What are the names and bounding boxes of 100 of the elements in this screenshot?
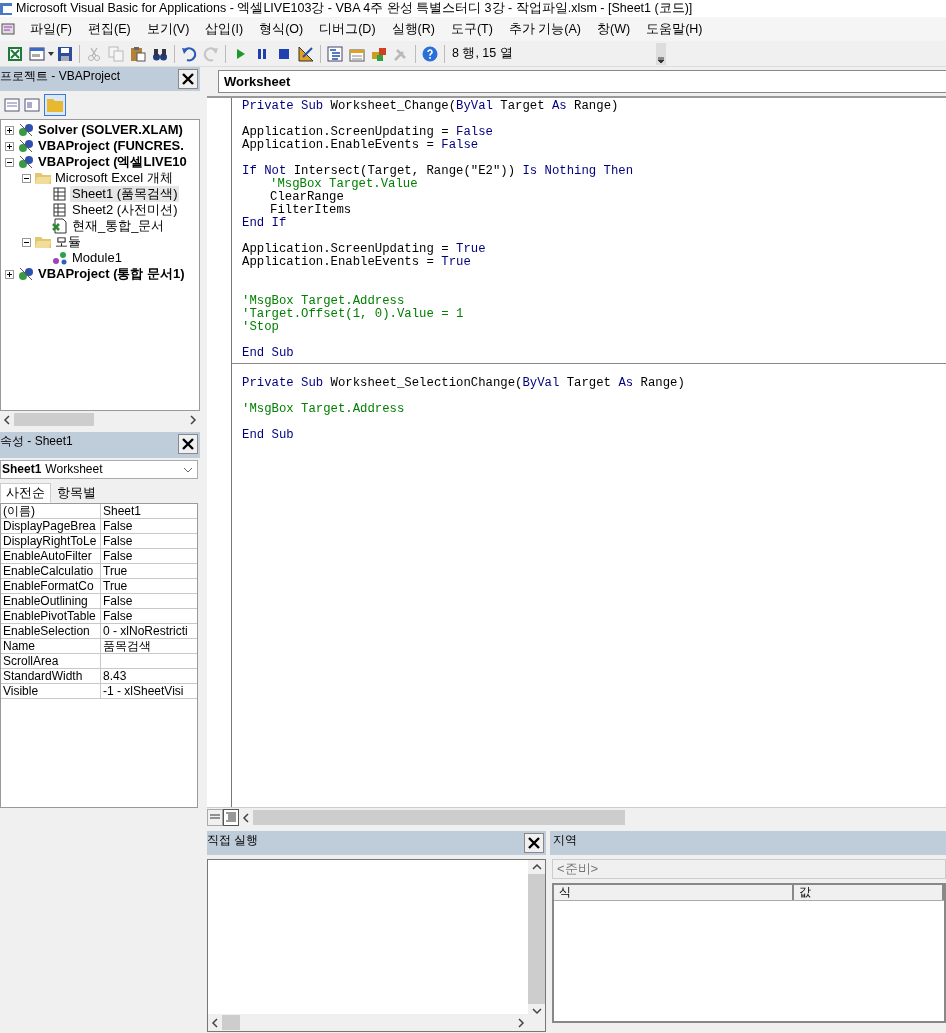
property-value[interactable]: -1 - xlSheetVisi <box>101 683 197 698</box>
tree-item[interactable]: 모듈 <box>53 234 83 250</box>
property-name[interactable]: Name <box>1 638 101 653</box>
tab[interactable]: 사전순 <box>0 483 51 503</box>
property-name[interactable]: EnableCalculatio <box>1 563 101 578</box>
toolbar-options-icon[interactable] <box>656 42 666 65</box>
menu-item[interactable]: 창(W) <box>589 21 639 37</box>
property-value[interactable]: False <box>101 533 197 548</box>
property-value[interactable]: False <box>101 593 197 608</box>
scroll-right-icon[interactable] <box>189 414 197 425</box>
workbook-icon <box>52 218 68 234</box>
property-value[interactable]: 8.43 <box>101 668 197 683</box>
object-browser-icon[interactable] <box>371 45 387 62</box>
module-icon <box>52 250 68 266</box>
code-line: ClearRange <box>269 191 345 204</box>
menu-icon[interactable] <box>0 21 16 37</box>
menu-item[interactable]: 형식(O) <box>251 21 312 37</box>
tree-item[interactable]: Solver (SOLVER.XLAM) <box>36 122 185 138</box>
project-icon[interactable] <box>327 45 343 62</box>
expand-toggle[interactable] <box>5 125 14 135</box>
pane-title: 프로젝트 - VBAProject <box>0 69 121 84</box>
close-button[interactable] <box>524 833 544 853</box>
property-name[interactable]: DisplayRightToLe <box>1 533 101 548</box>
folder-icon <box>35 170 51 186</box>
tab[interactable]: 항목별 <box>51 483 102 503</box>
column-header[interactable]: 값 <box>794 885 944 900</box>
code-line: Application.ScreenUpdating = True <box>241 243 487 256</box>
close-button[interactable] <box>178 434 198 454</box>
object-type: Worksheet <box>45 462 103 477</box>
property-name[interactable]: DisplayPageBrea <box>1 518 101 533</box>
property-value[interactable]: False <box>101 548 197 563</box>
help-icon[interactable] <box>422 45 438 62</box>
menu-item[interactable]: 보기(V) <box>138 21 198 37</box>
undo-icon[interactable] <box>181 45 197 62</box>
menu-item[interactable]: 실행(R) <box>383 21 443 37</box>
paste-icon[interactable] <box>130 45 146 62</box>
tree-item[interactable]: Microsoft Excel 개체 <box>53 170 175 186</box>
property-name[interactable]: (이름) <box>1 503 101 518</box>
property-value[interactable]: True <box>101 578 197 593</box>
expand-toggle[interactable] <box>5 157 14 167</box>
sheet-icon <box>52 186 68 202</box>
scrollbar-thumb[interactable] <box>14 413 94 426</box>
expand-toggle[interactable] <box>5 269 14 279</box>
property-name[interactable]: StandardWidth <box>1 668 101 683</box>
tree-item[interactable]: Sheet1 (품목검색) <box>70 186 180 202</box>
tree-item[interactable]: VBAProject (통합 문서1) <box>36 266 187 282</box>
menu-item[interactable]: 삽입(I) <box>197 21 252 37</box>
module-view-button[interactable] <box>223 809 239 826</box>
property-name[interactable]: EnableSelection <box>1 623 101 638</box>
folder-toggle-icon[interactable] <box>44 94 66 116</box>
sheet-icon <box>52 202 68 218</box>
expand-toggle[interactable] <box>22 237 31 247</box>
close-button[interactable] <box>178 69 198 89</box>
code-line: 'MsgBox Target.Address <box>241 403 406 416</box>
property-name[interactable]: EnableOutlining <box>1 593 101 608</box>
dropdown-icon[interactable] <box>183 466 193 473</box>
tree-item[interactable]: Module1 <box>70 250 124 266</box>
property-value[interactable]: 품목검색 <box>101 638 197 653</box>
spreadsheet-icon[interactable] <box>7 45 23 62</box>
tree-item[interactable]: 현재_통합_문서 <box>70 218 167 234</box>
menu-item[interactable]: 디버그(D) <box>311 21 384 37</box>
save-icon[interactable] <box>57 45 73 62</box>
expand-toggle[interactable] <box>5 141 14 151</box>
code-line: Private Sub Worksheet_SelectionChange(ByVal Target As Range) <box>241 377 686 390</box>
cursor-position: 8 행, 15 열 <box>452 46 513 61</box>
property-value[interactable]: 0 - xlNoRestricti <box>101 623 197 638</box>
pane-title: 지역 <box>553 833 577 847</box>
project-icon <box>18 122 34 138</box>
code-line: End Sub <box>241 347 295 360</box>
property-name[interactable]: EnableAutoFilter <box>1 548 101 563</box>
object-combo[interactable]: Worksheet <box>218 70 946 93</box>
property-value[interactable]: True <box>101 563 197 578</box>
menu-item[interactable]: 편집(E) <box>79 21 139 37</box>
form-icon[interactable] <box>29 45 45 62</box>
menu-item[interactable]: 도움말(H) <box>638 21 711 37</box>
expand-toggle[interactable] <box>22 173 31 183</box>
ruler-triangle-icon[interactable] <box>298 45 314 62</box>
scroll-left-icon[interactable] <box>3 414 11 425</box>
property-name[interactable]: Visible <box>1 683 101 698</box>
menu-item[interactable]: 도구(T) <box>442 21 501 37</box>
scroll-left-icon[interactable] <box>242 812 250 823</box>
object-name: Sheet1 <box>2 462 42 477</box>
code-line: FilterItems <box>269 204 353 217</box>
code-line: 'MsgBox Target.Address <box>241 295 406 308</box>
property-name[interactable]: EnableFormatCo <box>1 578 101 593</box>
code-line: Private Sub Worksheet_Change(ByVal Target As Range) <box>241 100 620 113</box>
property-name[interactable]: EnablePivotTable <box>1 608 101 623</box>
property-value[interactable]: False <box>101 608 197 623</box>
tree-item[interactable]: Sheet2 (사전미션) <box>70 202 180 218</box>
tree-item[interactable]: VBAProject (FUNCRES. <box>36 138 186 154</box>
property-value[interactable]: Sheet1 <box>101 503 197 518</box>
column-header[interactable]: 식 <box>554 885 794 900</box>
menu-item[interactable]: 추가 기능(A) <box>500 21 589 37</box>
window-title: Microsoft Visual Basic for Applications - 엑셀LIVE103강 - VBA 4주 완성 특별스터디 3강 - 작업파일.xlsm - [Sheet1 (코드)] <box>16 1 693 16</box>
scrollbar-thumb[interactable] <box>253 810 625 825</box>
property-name[interactable]: ScrollArea <box>1 653 101 668</box>
caret-icon[interactable] <box>48 51 54 56</box>
property-value[interactable]: False <box>101 518 197 533</box>
menu-item[interactable]: 파일(F) <box>22 21 80 37</box>
tree-item[interactable]: VBAProject (엑셀LIVE10 <box>36 154 189 170</box>
